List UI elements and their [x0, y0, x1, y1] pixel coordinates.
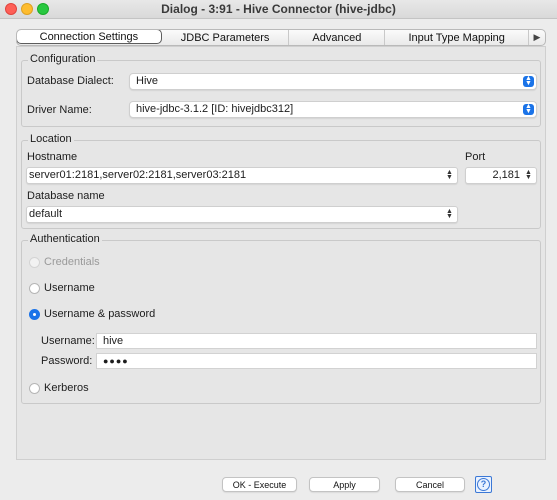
hostname-combobox[interactable]: server01:2181,server02:2181,server03:218… — [26, 167, 458, 184]
updown-chevron-icon[interactable]: ▲ ▼ — [445, 169, 454, 181]
tab-advanced[interactable]: Advanced — [289, 30, 386, 45]
password-field-label: Password: — [41, 355, 93, 367]
database-name-combobox[interactable]: default ▲ ▼ — [26, 206, 458, 223]
tab-scroll-right-icon[interactable]: ▶ — [529, 30, 545, 45]
cancel-button[interactable]: Cancel — [395, 477, 465, 492]
kerberos-label: Kerberos — [44, 382, 89, 394]
username-field-label: Username: — [41, 335, 95, 347]
updown-chevron-icon[interactable]: ▲ ▼ — [445, 208, 454, 220]
port-value: 2,181 — [492, 169, 520, 181]
username-password-label: Username & password — [44, 308, 156, 320]
tab-bar: Connection Settings JDBC Parameters Adva… — [16, 29, 546, 46]
tab-connection-settings[interactable]: Connection Settings — [17, 30, 162, 44]
username-field[interactable]: hive — [96, 333, 537, 349]
credentials-label: Credentials — [44, 256, 100, 268]
updown-chevron-icon: ▲ ▼ — [523, 103, 534, 115]
username-option-label: Username — [44, 282, 95, 294]
username-password-radio[interactable] — [29, 309, 40, 320]
driver-name-label: Driver Name: — [27, 104, 92, 116]
help-icon: ? — [477, 478, 490, 491]
ok-execute-button[interactable]: OK - Execute — [222, 477, 297, 492]
driver-name-select[interactable]: hive-jdbc-3.1.2 [ID: hivejdbc312] ▲ ▼ — [129, 101, 537, 118]
title-bar: Dialog - 3:91 - Hive Connector (hive-jdb… — [0, 0, 557, 19]
database-dialect-select[interactable]: Hive ▲ ▼ — [129, 73, 537, 90]
authentication-title: Authentication — [28, 233, 102, 245]
port-spinner[interactable]: 2,181 ▲ ▼ — [465, 167, 537, 184]
kerberos-radio[interactable] — [29, 383, 40, 394]
apply-button[interactable]: Apply — [309, 477, 380, 492]
window-title: Dialog - 3:91 - Hive Connector (hive-jdb… — [161, 2, 396, 16]
hostname-label: Hostname — [27, 151, 78, 163]
port-stepper-icon[interactable]: ▲ ▼ — [524, 169, 533, 181]
driver-name-value: hive-jdbc-3.1.2 [ID: hivejdbc312] — [136, 103, 294, 115]
database-dialect-label: Database Dialect: — [27, 75, 114, 87]
database-name-label: Database name — [27, 190, 105, 202]
tab-input-type-mapping[interactable]: Input Type Mapping — [385, 30, 530, 45]
database-name-value: default — [29, 208, 63, 220]
username-radio[interactable] — [29, 283, 40, 294]
password-field[interactable]: ●●●● — [96, 353, 537, 369]
credentials-radio[interactable] — [29, 257, 40, 268]
database-dialect-value: Hive — [136, 75, 159, 87]
help-button[interactable]: ? — [475, 476, 492, 493]
port-label: Port — [465, 151, 486, 163]
location-title: Location — [28, 133, 74, 145]
hostname-value: server01:2181,server02:2181,server03:218… — [29, 169, 247, 181]
updown-chevron-icon: ▲ ▼ — [523, 75, 534, 87]
tab-jdbc-parameters[interactable]: JDBC Parameters — [162, 30, 290, 45]
configuration-title: Configuration — [28, 53, 98, 65]
